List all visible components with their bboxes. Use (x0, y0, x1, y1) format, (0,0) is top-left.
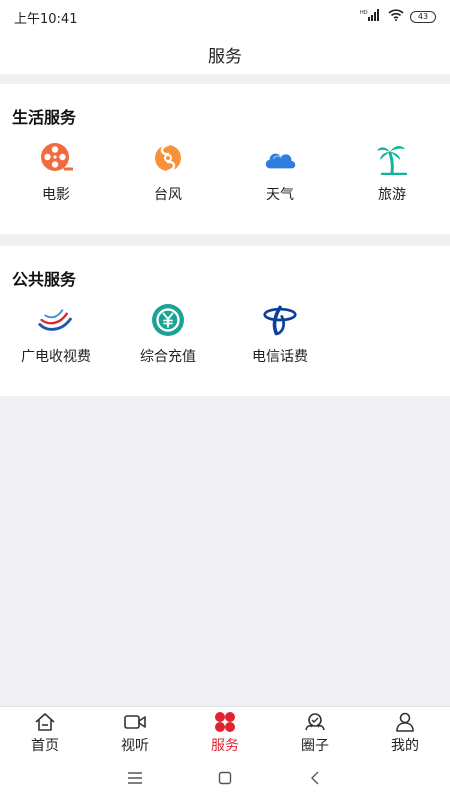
section-title: 公共服务 (12, 270, 77, 289)
service-label: 台风 (154, 187, 182, 203)
service-label: 旅游 (378, 187, 406, 203)
signal-icon: HD (360, 9, 382, 25)
service-movie[interactable]: 电影 (0, 140, 112, 204)
service-typhoon[interactable]: 台风 (112, 140, 224, 204)
public-services-section: 公共服务 广电收视费 综合充值 电信话费 (0, 246, 450, 396)
service-travel[interactable]: 旅游 (336, 140, 448, 204)
palm-tree-icon (374, 140, 410, 176)
cloud-icon (262, 140, 298, 176)
profile-icon (393, 711, 417, 733)
tab-home[interactable]: 首页 (0, 707, 90, 756)
status-bar: 上午10:41 HD 43 (0, 0, 450, 34)
status-icons: HD 43 (360, 9, 436, 25)
public-services-grid: 广电收视费 综合充值 电信话费 (0, 302, 450, 366)
recharge-yuan-icon (150, 302, 186, 338)
wifi-icon (388, 9, 404, 25)
service-broadcast-fee[interactable]: 广电收视费 (0, 302, 112, 366)
life-services-grid: 电影 台风 天气 旅游 (0, 140, 450, 204)
service-label: 综合充值 (140, 349, 196, 365)
service-weather[interactable]: 天气 (224, 140, 336, 204)
system-nav-bar (0, 756, 450, 800)
service-label: 电影 (42, 187, 70, 203)
battery-icon: 43 (410, 11, 436, 23)
broadcast-logo-icon (38, 302, 74, 338)
tab-profile[interactable]: 我的 (360, 707, 450, 756)
tab-label: 视听 (121, 738, 149, 754)
title-bar: 服务 (0, 34, 450, 74)
china-telecom-logo-icon (262, 302, 298, 338)
video-camera-icon (123, 711, 147, 733)
life-services-section: 生活服务 电影 台风 天气 旅游 (0, 84, 450, 234)
menu-icon[interactable] (123, 766, 147, 790)
service-label: 电信话费 (252, 349, 308, 365)
home-square-icon[interactable] (213, 766, 237, 790)
tab-community[interactable]: 圈子 (270, 707, 360, 756)
tab-services[interactable]: 服务 (180, 707, 270, 756)
services-grid-icon (213, 711, 237, 733)
film-reel-icon (38, 140, 74, 176)
service-label: 广电收视费 (21, 349, 91, 365)
tab-video[interactable]: 视听 (90, 707, 180, 756)
tab-label: 服务 (211, 738, 239, 754)
community-icon (303, 711, 327, 733)
service-label: 天气 (266, 187, 294, 203)
back-chevron-icon[interactable] (303, 766, 327, 790)
tab-label: 我的 (391, 738, 419, 754)
hd-label: HD (360, 10, 368, 16)
tab-label: 首页 (31, 738, 59, 754)
bottom-tab-bar: 首页 视听 服务 圈子 我的 (0, 706, 450, 756)
tab-label: 圈子 (301, 738, 329, 754)
service-telecom-bill[interactable]: 电信话费 (224, 302, 336, 366)
typhoon-icon (150, 140, 186, 176)
status-time: 上午10:41 (14, 11, 78, 27)
page-title: 服务 (208, 46, 242, 67)
section-title: 生活服务 (12, 108, 77, 127)
home-icon (33, 711, 57, 733)
service-recharge[interactable]: 综合充值 (112, 302, 224, 366)
